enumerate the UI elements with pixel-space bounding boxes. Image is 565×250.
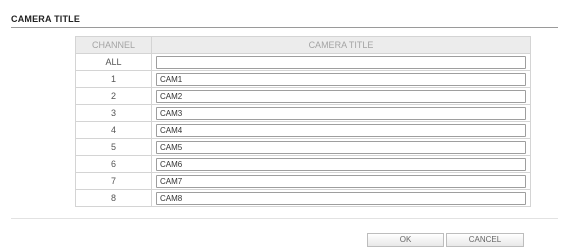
channel-cell: 3 [75,104,152,122]
footer-divider [11,218,558,219]
camera-title-input-4[interactable] [156,123,526,137]
camera-title-input-6[interactable] [156,157,526,171]
table-row: 1 [75,70,531,88]
title-cell [151,121,531,139]
camera-title-column-header: CAMERA TITLE [151,36,531,54]
table-row: 5 [75,138,531,156]
table-row: 7 [75,172,531,190]
channel-column-header: CHANNEL [75,36,152,54]
ok-button[interactable]: OK [367,233,444,247]
channel-cell: 6 [75,155,152,173]
camera-title-input-all[interactable] [156,55,526,69]
title-cell [151,70,531,88]
page-title: CAMERA TITLE [11,14,81,24]
camera-title-input-5[interactable] [156,140,526,154]
camera-title-input-7[interactable] [156,174,526,188]
cancel-button[interactable]: CANCEL [446,233,524,247]
title-cell [151,172,531,190]
table-row: 4 [75,121,531,139]
title-cell [151,104,531,122]
title-cell [151,53,531,71]
table-row: 6 [75,155,531,173]
title-cell [151,138,531,156]
channel-cell: 7 [75,172,152,190]
title-divider [11,27,558,28]
channel-cell: 1 [75,70,152,88]
camera-title-input-3[interactable] [156,106,526,120]
title-cell [151,189,531,207]
camera-title-input-1[interactable] [156,72,526,86]
table-row: ALL [75,53,531,71]
channel-cell-all: ALL [75,53,152,71]
channel-cell: 4 [75,121,152,139]
channel-cell: 8 [75,189,152,207]
table-row: 8 [75,189,531,207]
table-row: 3 [75,104,531,122]
camera-title-table: CHANNEL CAMERA TITLE ALL 1 2 3 [75,36,531,207]
camera-title-input-2[interactable] [156,89,526,103]
title-cell [151,155,531,173]
channel-cell: 2 [75,87,152,105]
title-cell [151,87,531,105]
table-row: 2 [75,87,531,105]
camera-title-input-8[interactable] [156,191,526,205]
channel-cell: 5 [75,138,152,156]
table-header-row: CHANNEL CAMERA TITLE [75,36,531,54]
